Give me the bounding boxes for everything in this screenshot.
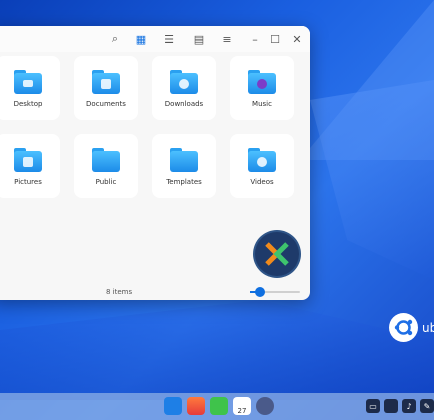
folder-public[interactable]: Public [74, 134, 138, 198]
folder-videos[interactable]: Videos [230, 134, 294, 198]
folder-music[interactable]: Music [230, 56, 294, 120]
hamburger-icon: ≡ [222, 32, 232, 46]
folder-templates[interactable]: Templates [152, 134, 216, 198]
maximize-button[interactable]: ☐ [266, 30, 284, 48]
public-icon [92, 148, 120, 172]
ubuntu-brand: ub [389, 313, 434, 342]
wallpaper-facet [310, 80, 434, 280]
settings-icon[interactable] [256, 397, 274, 415]
picture-icon [14, 148, 42, 172]
close-button[interactable]: ✕ [288, 30, 306, 48]
zoom-slider-knob[interactable] [255, 287, 265, 297]
folder-label: Templates [166, 178, 202, 186]
folder-documents[interactable]: Documents [74, 56, 138, 120]
pen-icon[interactable]: ✎ [420, 399, 434, 413]
search-icon: ⌕ [111, 32, 119, 45]
desktop-icon [14, 70, 42, 94]
ubuntu-logo-icon [389, 313, 418, 342]
search-button[interactable]: ⌕ [106, 30, 124, 48]
monitor-icon[interactable]: ▭ [366, 399, 380, 413]
download-icon [170, 70, 198, 94]
music-icon [248, 70, 276, 94]
calendar-day: 27 [237, 407, 247, 415]
grid-icon: ▦ [135, 32, 147, 46]
folder-label: Downloads [164, 100, 204, 108]
dock: 27 ▭ ♪ ✎ [0, 393, 434, 420]
document-icon [92, 70, 120, 94]
folder-downloads[interactable]: Downloads [152, 56, 216, 120]
crossover-logo-icon [265, 242, 289, 266]
calendar-icon[interactable]: 27 [233, 397, 251, 415]
item-count: 8 items [106, 288, 133, 296]
list-view-button[interactable]: ☰ [160, 30, 178, 48]
status-bar: 8 items [0, 284, 310, 300]
folder-desktop[interactable]: Desktop [0, 56, 60, 120]
brand-text: ub [422, 320, 434, 335]
close-icon: ✕ [292, 32, 302, 46]
minimize-button[interactable]: – [246, 30, 264, 48]
minimize-icon: – [252, 32, 258, 46]
folder-pictures[interactable]: Pictures [0, 134, 60, 198]
maximize-icon: ☐ [270, 32, 280, 46]
files-icon[interactable] [164, 397, 182, 415]
tree-view-button[interactable]: ▤ [190, 30, 208, 48]
list-icon: ☰ [164, 32, 174, 46]
menu-button[interactable]: ≡ [218, 30, 236, 48]
video-icon [248, 148, 276, 172]
template-icon [170, 148, 198, 172]
volume-icon[interactable]: ♪ [402, 399, 416, 413]
folder-label: Desktop [13, 100, 43, 108]
crossover-floating-icon[interactable] [255, 232, 299, 276]
icon-view-button[interactable]: ▦ [132, 30, 150, 48]
zoom-slider[interactable] [250, 287, 300, 297]
wallpaper-facet [0, 300, 434, 400]
titlebar: ⌕ ▦ ☰ ▤ ≡ – ☐ ✕ [0, 26, 310, 52]
photos-icon[interactable] [187, 397, 205, 415]
tree-icon: ▤ [193, 32, 205, 46]
folder-label: Documents [86, 100, 126, 108]
music-player-icon[interactable] [210, 397, 228, 415]
tray-app-icon[interactable] [384, 399, 398, 413]
folder-label: Public [95, 178, 117, 186]
folder-label: Pictures [14, 178, 42, 186]
folder-label: Videos [250, 178, 274, 186]
folder-label: Music [252, 100, 272, 108]
